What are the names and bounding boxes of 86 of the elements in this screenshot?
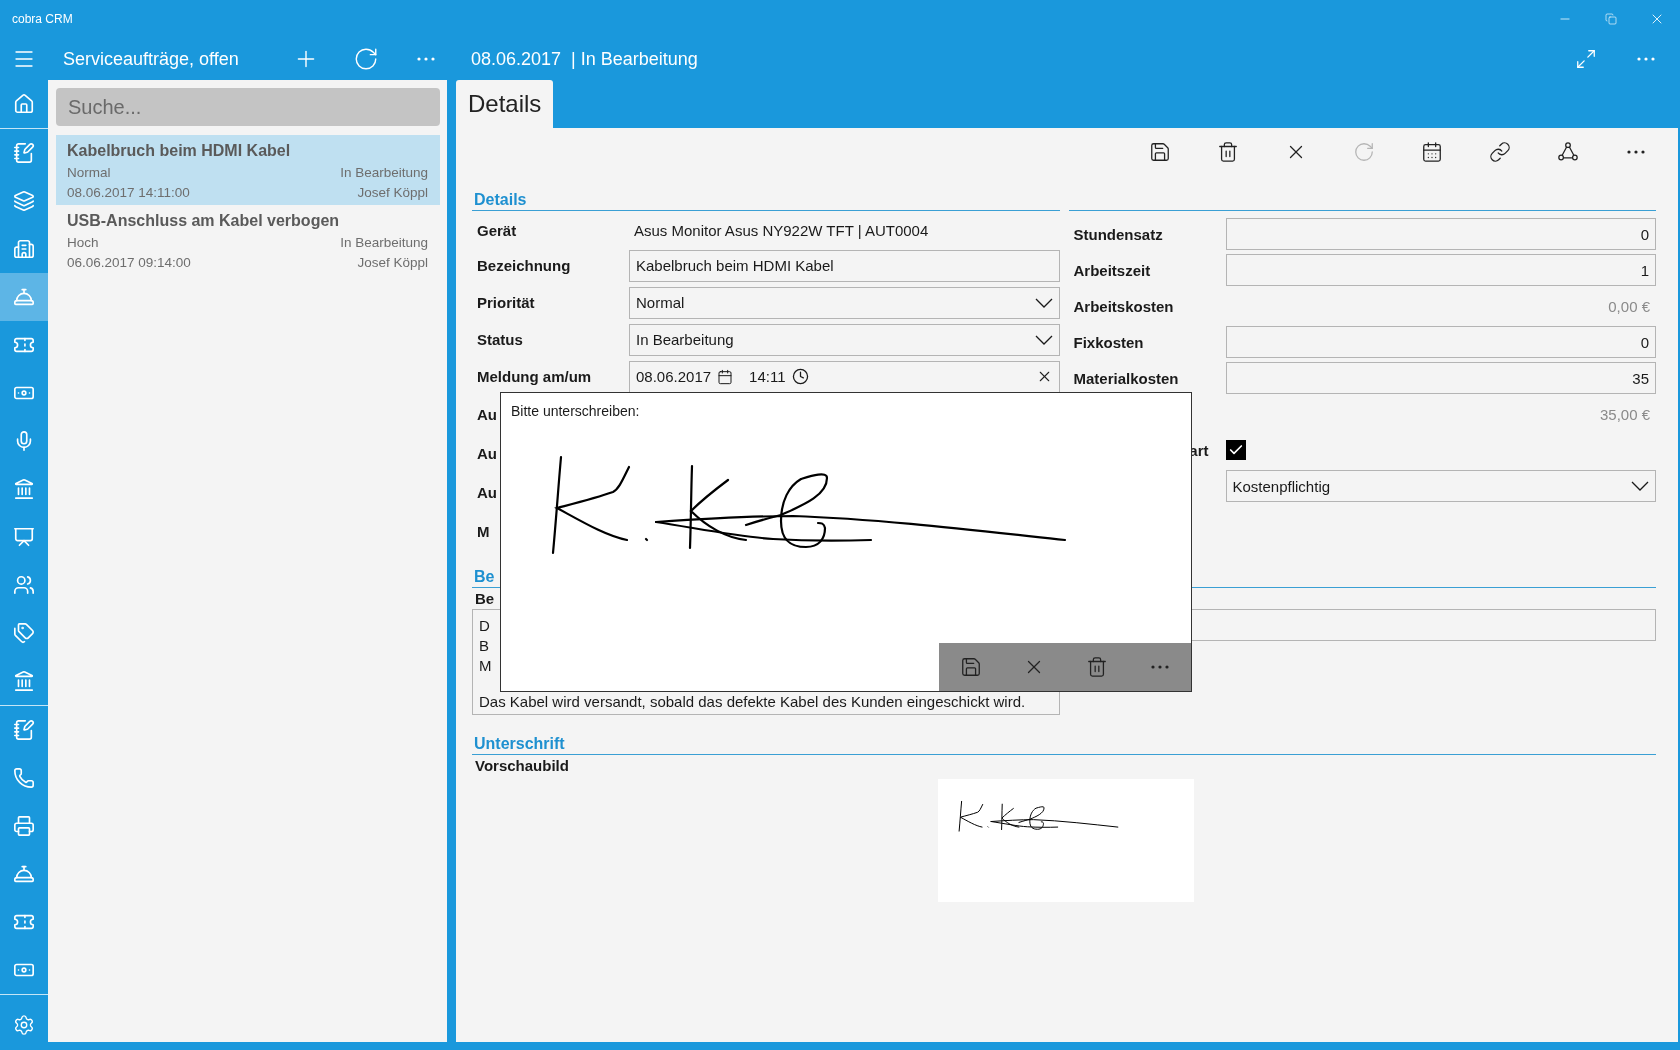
item-date: 06.06.2017 09:14:00 [67,255,191,270]
item-priority: Normal [67,165,111,180]
chevron-icon [1631,481,1649,491]
item-priority: Hoch [67,235,99,250]
nav-item[interactable] [0,273,48,321]
field-label: Priorität [476,294,535,311]
item-date: 08.06.2017 14:11:00 [67,185,190,200]
number-field[interactable]: 0 [1225,326,1656,358]
field-label: Meldung am/um [476,368,592,385]
list-item[interactable]: USB-Anschluss am Kabel verbogen Hoch In Bearbeitung 06.06.2017 09:14:00 Josef Köppl [56,205,440,275]
phone-icon [13,767,35,789]
section-title: Details [474,190,527,210]
dropdown[interactable]: In Bearbeitung [629,323,1060,356]
trash-icon [1085,656,1108,678]
app-title: cobra CRM [12,12,73,26]
signature-drawing[interactable] [551,455,1067,555]
item-owner: Josef Köppl [357,255,428,270]
section-title: Be [474,567,495,587]
bank-icon [13,478,35,500]
clock-icon [791,368,809,385]
expand-icon [1575,48,1597,70]
note-line: Das Kabel wird versandt, sobald das defekte Kabel des Kunden eingeschickt wird. [479,692,1026,712]
field-label: Fixkosten [1072,333,1144,351]
notebook-icon [13,719,35,741]
note-line: D [479,616,490,636]
more-icon [417,57,435,61]
dialog-prompt: Bitte unterschreiben: [511,403,640,419]
dropdown[interactable]: Normal [629,286,1060,319]
item-owner: Josef Köppl [357,185,428,200]
bell-icon [13,863,35,885]
field-label: Status [476,331,523,348]
notebook-icon [13,142,35,164]
presentation-icon [13,526,35,548]
field-label: Arbeitskosten [1072,297,1174,315]
restore-icon [1605,13,1617,25]
amount-value: 35,00 € [1599,405,1651,423]
number-field[interactable]: 1 [1225,254,1656,286]
note-line: B [479,636,489,656]
more-icon [1150,665,1169,669]
stack-icon [13,190,35,212]
text-field[interactable]: Kabelbruch beim HDMI Kabel [629,249,1060,282]
record-date: 08.06.2017 [471,48,562,70]
date-input[interactable]: 08.06.2017 [636,368,734,385]
field-label: Vorschaubild [474,756,570,776]
field-label: Au [476,406,497,423]
settings-icon [13,1014,35,1036]
tags-icon [13,622,35,644]
list-title: Serviceaufträge, offen [63,48,239,70]
number-field[interactable]: 0 [1225,218,1656,250]
note-line: M [479,656,492,676]
tab[interactable]: Details [456,80,554,128]
printer-icon [13,815,35,837]
bell-icon [13,286,35,308]
amount-value: 0,00 € [1608,297,1651,315]
item-status: In Bearbeitung [340,235,428,250]
field-label: Materialkosten [1072,369,1179,387]
chevron-icon [1034,334,1053,345]
field-value: Asus Monitor Asus NY922W TFT | AUT0004 [633,221,930,239]
field-label: Au [476,445,497,462]
dropdown[interactable]: Kostenpflichtig [1225,470,1656,502]
field-label: Stundensatz [1072,225,1163,243]
chevron-icon [1034,297,1053,308]
field-label: Bezeichnung [476,257,571,274]
save-icon [959,656,982,678]
time-input[interactable]: 14:11 [749,368,809,385]
field-label: M [476,523,490,540]
list-item[interactable]: Kabelbruch beim HDMI Kabel Normal In Bearbeitung 08.06.2017 14:11:00 Josef Köppl [56,135,440,205]
record-status: | In Bearbeitung [571,48,698,70]
field-label: Gerät [476,221,517,239]
field-label: Au [476,484,497,501]
item-status: In Bearbeitung [340,165,428,180]
field-label: Arbeitszeit [1072,261,1151,279]
number-field[interactable]: 35 [1225,362,1656,394]
section-title: Unterschrift [474,734,565,754]
refresh-icon [353,46,379,72]
more-icon [1637,57,1655,61]
building-icon [13,238,35,260]
home-icon [13,93,35,115]
item-title: Kabelbruch beim HDMI Kabel [67,142,292,160]
checkbox[interactable] [1225,440,1246,460]
bank-icon [13,670,35,692]
field-label: Be [474,589,496,609]
people-icon [13,574,35,596]
item-title: USB-Anschluss am Kabel verbogen [67,212,341,230]
calendar-icon [717,368,734,385]
search-field[interactable]: Suche... [56,88,440,126]
